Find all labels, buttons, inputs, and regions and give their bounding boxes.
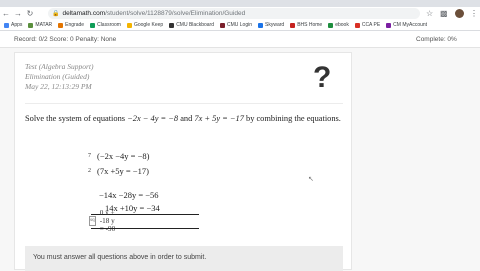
bookmark-label: Skyward	[265, 22, 285, 28]
system-row-1: (−2x −4y = −8)	[97, 151, 150, 161]
bookmark-label: BHS Home	[297, 22, 323, 28]
system-row-2: (7x +5y = −17)	[97, 166, 149, 176]
assignment-timestamp: May 22, 12:13:29 PM	[25, 82, 92, 91]
problem-and: and	[180, 114, 193, 123]
bookmark-icon	[219, 22, 225, 28]
bookmark-label: Google Keep	[133, 22, 164, 28]
equation-1: −2x − 4y = −8	[127, 114, 179, 123]
bookmark-label: Engrade	[65, 22, 85, 28]
apps-icon	[4, 22, 9, 28]
tab-strip	[0, 0, 480, 7]
bookmark-icon	[28, 22, 34, 28]
bookmark-label: CCA PE	[361, 22, 381, 28]
reload-icon[interactable]: ↻	[24, 7, 36, 20]
bookmark-icon	[58, 22, 64, 28]
bookmark-apps[interactable]: Apps	[4, 22, 22, 28]
bookmark-icon	[386, 22, 392, 28]
bookmark-item[interactable]: Engrade	[58, 22, 84, 28]
bookmark-item[interactable]: ebook	[328, 22, 349, 28]
record-score-text: Record: 0/2 Score: 0 Penalty: None	[14, 36, 117, 43]
score-status-bar: Record: 0/2 Score: 0 Penalty: None Compl…	[0, 31, 480, 48]
problem-card: Test (Algebra Support) Elimination (Guid…	[14, 52, 352, 271]
back-icon[interactable]: ←	[0, 7, 12, 20]
bookmark-label: ebook	[335, 22, 349, 28]
bookmark-item[interactable]: CCA PE	[354, 22, 381, 28]
bookmark-item[interactable]: Classroom	[90, 22, 121, 28]
bookmark-label: CM MyAccount	[393, 22, 428, 28]
bookmark-item[interactable]: CMU Blackboard	[169, 22, 214, 28]
submit-notice-text: You must answer all questions above in o…	[33, 254, 207, 261]
assignment-info: Test (Algebra Support) Elimination (Guid…	[25, 62, 93, 92]
bookmark-icon	[328, 22, 334, 28]
bookmark-label: Apps	[11, 22, 23, 28]
menu-icon[interactable]: ⋮	[470, 9, 478, 18]
answer-checkbox[interactable]: sq	[89, 215, 96, 226]
star-icon[interactable]: ☆	[426, 9, 433, 18]
problem-statement: Solve the system of equations −2x − 4y =…	[25, 113, 345, 125]
bookmarks-bar: Apps MATAR Engrade Classroom Google Keep…	[0, 20, 480, 31]
answer-underline	[91, 228, 199, 229]
url-text: deltamath.com/student/solve/1128879/solv…	[62, 10, 245, 17]
bookmark-icon	[258, 22, 263, 28]
help-question-icon[interactable]: ?	[313, 63, 331, 93]
bookmark-label: CMU Blackboard	[176, 22, 214, 28]
equation-2: 7x + 5y = −17	[194, 114, 244, 123]
bookmark-icon	[126, 22, 132, 28]
bookmark-icon	[354, 22, 360, 28]
lock-icon: 🔒	[52, 11, 60, 17]
extension-icon[interactable]: ▩	[440, 9, 448, 18]
answer-row: sq 0 x + -18 y = -90	[89, 209, 118, 233]
bookmark-item[interactable]: Skyward	[258, 22, 284, 28]
bookmark-item[interactable]: CMU Login	[219, 22, 252, 28]
bookmark-label: CMU Login	[226, 22, 252, 28]
assignment-skill: Elimination (Guided)	[25, 72, 90, 81]
bookmark-label: Classroom	[97, 22, 121, 28]
multiplier-2: 2	[88, 168, 91, 174]
bookmark-item[interactable]: Google Keep	[126, 22, 164, 28]
assignment-title: Test (Algebra Support)	[25, 62, 94, 71]
bookmark-icon	[290, 22, 296, 28]
multiplier-1: 7	[88, 153, 91, 159]
bookmark-item[interactable]: MATAR	[28, 22, 52, 28]
url-host: deltamath.com	[62, 10, 106, 17]
bookmark-label: MATAR	[35, 22, 53, 28]
bookmark-item[interactable]: CM MyAccount	[386, 22, 427, 28]
forward-icon[interactable]: →	[12, 7, 24, 20]
address-bar: ← → ↻ 🔒 deltamath.com/student/solve/1128…	[0, 7, 480, 20]
scaled-row-1: −14x −28y = −56	[99, 190, 159, 200]
avatar[interactable]	[455, 9, 464, 18]
url-input[interactable]: 🔒 deltamath.com/student/solve/1128879/so…	[48, 8, 420, 19]
bookmark-icon	[169, 22, 175, 28]
bookmark-icon	[90, 22, 96, 28]
mouse-cursor-icon: ↖	[308, 176, 314, 183]
url-path: /student/solve/1128879/solve/Elimination…	[105, 10, 246, 17]
submit-notice: You must answer all questions above in o…	[25, 246, 343, 271]
problem-suffix: by combining the equations.	[246, 114, 341, 123]
problem-prefix: Solve the system of equations	[25, 114, 126, 123]
divider	[25, 103, 343, 104]
bookmark-item[interactable]: BHS Home	[290, 22, 322, 28]
complete-percent: Complete: 0%	[416, 36, 457, 43]
